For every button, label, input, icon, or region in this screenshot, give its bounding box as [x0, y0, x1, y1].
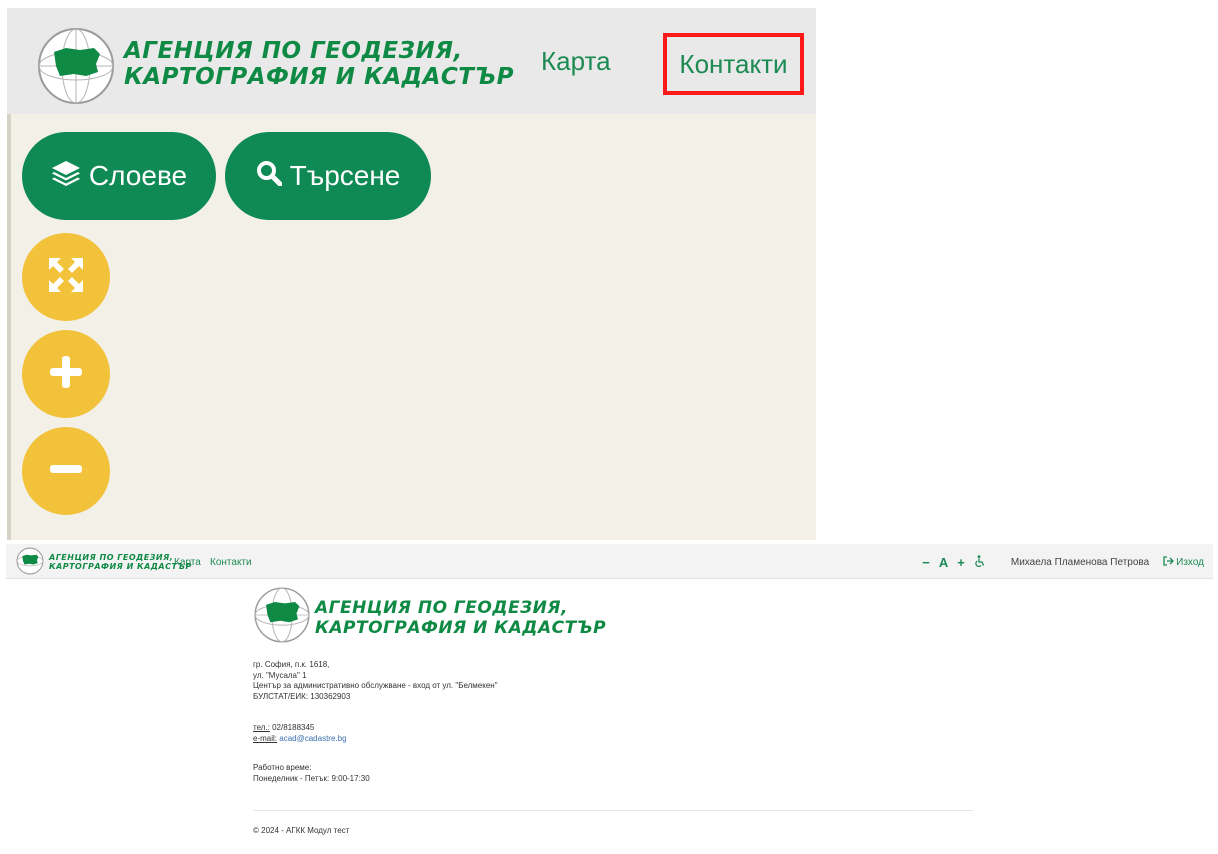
- fullscreen-button[interactable]: [22, 233, 110, 321]
- address-line: гр. София, п.к. 1618,: [253, 660, 330, 669]
- logout-link[interactable]: Изход: [1163, 556, 1204, 569]
- phone-value: 02/8188345: [272, 723, 315, 732]
- hours-value: Понеделник - Петък: 9:00-17:30: [253, 773, 370, 783]
- nav-link-contacts-label: Контакти: [679, 48, 788, 79]
- navbar-right: − A + Михаела Пламенова Петрова Изход: [913, 555, 1204, 570]
- agency-name: АГЕНЦИЯ ПО ГЕОДЕЗИЯ, КАРТОГРАФИЯ И КАДАС…: [124, 38, 514, 90]
- accessibility-icon[interactable]: [974, 555, 986, 570]
- zoomed-navbar: АГЕНЦИЯ ПО ГЕОДЕЗИЯ, КАРТОГРАФИЯ И КАДАС…: [7, 8, 816, 114]
- hours-label: Работно време:: [253, 763, 312, 772]
- email-label: e-mail:: [253, 733, 278, 743]
- agency-logo-large: [253, 586, 311, 649]
- navbar-agency-line2: КАРТОГРАФИЯ И КАДАСТЪР: [49, 562, 192, 571]
- footer-divider: [253, 810, 973, 811]
- nav-link-map[interactable]: Карта: [541, 46, 611, 77]
- working-hours: Работно време: Понеделник - Петък: 9:00-…: [253, 763, 370, 784]
- agency-name-large: АГЕНЦИЯ ПО ГЕОДЕЗИЯ, КАРТОГРАФИЯ И КАДАС…: [315, 598, 606, 638]
- agency-name-line2: КАРТОГРАФИЯ И КАДАСТЪР: [124, 64, 514, 90]
- agency-logo: [36, 26, 116, 111]
- fullscreen-icon: [47, 256, 85, 299]
- agency-name-large-line1: АГЕНЦИЯ ПО ГЕОДЕЗИЯ,: [315, 598, 568, 618]
- footer-copyright: © 2024 - АГКК Модул тест: [253, 826, 350, 835]
- map-area[interactable]: Слоеве Търсене: [7, 114, 816, 540]
- minus-icon: [46, 449, 86, 494]
- contacts-page: АГЕНЦИЯ ПО ГЕОДЕЗИЯ, КАРТОГРАФИЯ И КАДАС…: [0, 544, 1218, 854]
- zoom-in-button[interactable]: [22, 330, 110, 418]
- navbar-link-contacts[interactable]: Контакти: [210, 557, 252, 568]
- search-button[interactable]: Търсене: [225, 132, 431, 220]
- font-size-letter: A: [938, 555, 949, 570]
- navbar-agency-line1: АГЕНЦИЯ ПО ГЕОДЕЗИЯ,: [49, 553, 174, 562]
- decrease-font-button[interactable]: −: [922, 555, 930, 570]
- user-name[interactable]: Михаела Пламенова Петрова: [1011, 557, 1149, 568]
- logout-label: Изход: [1176, 557, 1204, 568]
- agency-name-large-line2: КАРТОГРАФИЯ И КАДАСТЪР: [315, 618, 607, 638]
- search-button-label: Търсене: [289, 160, 401, 191]
- search-icon: [256, 160, 283, 193]
- zoom-out-button[interactable]: [22, 427, 110, 515]
- plus-icon: [46, 352, 86, 397]
- email-row: e-mail: acad@cadastre.bg: [253, 734, 347, 745]
- navbar-agency-name: АГЕНЦИЯ ПО ГЕОДЕЗИЯ, КАРТОГРАФИЯ И КАДАС…: [49, 553, 192, 571]
- increase-font-button[interactable]: +: [957, 555, 965, 570]
- email-link[interactable]: acad@cadastre.bg: [279, 734, 346, 743]
- navbar-logo[interactable]: [16, 547, 44, 580]
- phone-row: тел.: 02/8188345: [253, 723, 347, 734]
- layers-button-label: Слоеве: [88, 160, 188, 191]
- navbar-link-map[interactable]: Карта: [174, 557, 201, 568]
- address-line: ул. "Мусала" 1: [253, 670, 307, 680]
- top-navbar: АГЕНЦИЯ ПО ГЕОДЕЗИЯ, КАРТОГРАФИЯ И КАДАС…: [6, 544, 1213, 579]
- agency-name-line1: АГЕНЦИЯ ПО ГЕОДЕЗИЯ,: [124, 38, 463, 64]
- bulstat-line: БУЛСТАТ/ЕИК: 130362903: [253, 691, 351, 701]
- nav-link-contacts-highlighted[interactable]: Контакти: [663, 33, 804, 95]
- sign-out-icon: [1163, 556, 1175, 569]
- layers-button[interactable]: Слоеве: [22, 132, 216, 220]
- layers-icon: [51, 160, 81, 193]
- zoomed-header-panel: АГЕНЦИЯ ПО ГЕОДЕЗИЯ, КАРТОГРАФИЯ И КАДАС…: [7, 8, 816, 540]
- contact-info: тел.: 02/8188345 e-mail: acad@cadastre.b…: [253, 723, 347, 744]
- address-block: гр. София, п.к. 1618, ул. "Мусала" 1 Цен…: [253, 660, 498, 702]
- address-line: Център за административно обслужване - в…: [253, 681, 498, 690]
- phone-label: тел.:: [253, 723, 270, 732]
